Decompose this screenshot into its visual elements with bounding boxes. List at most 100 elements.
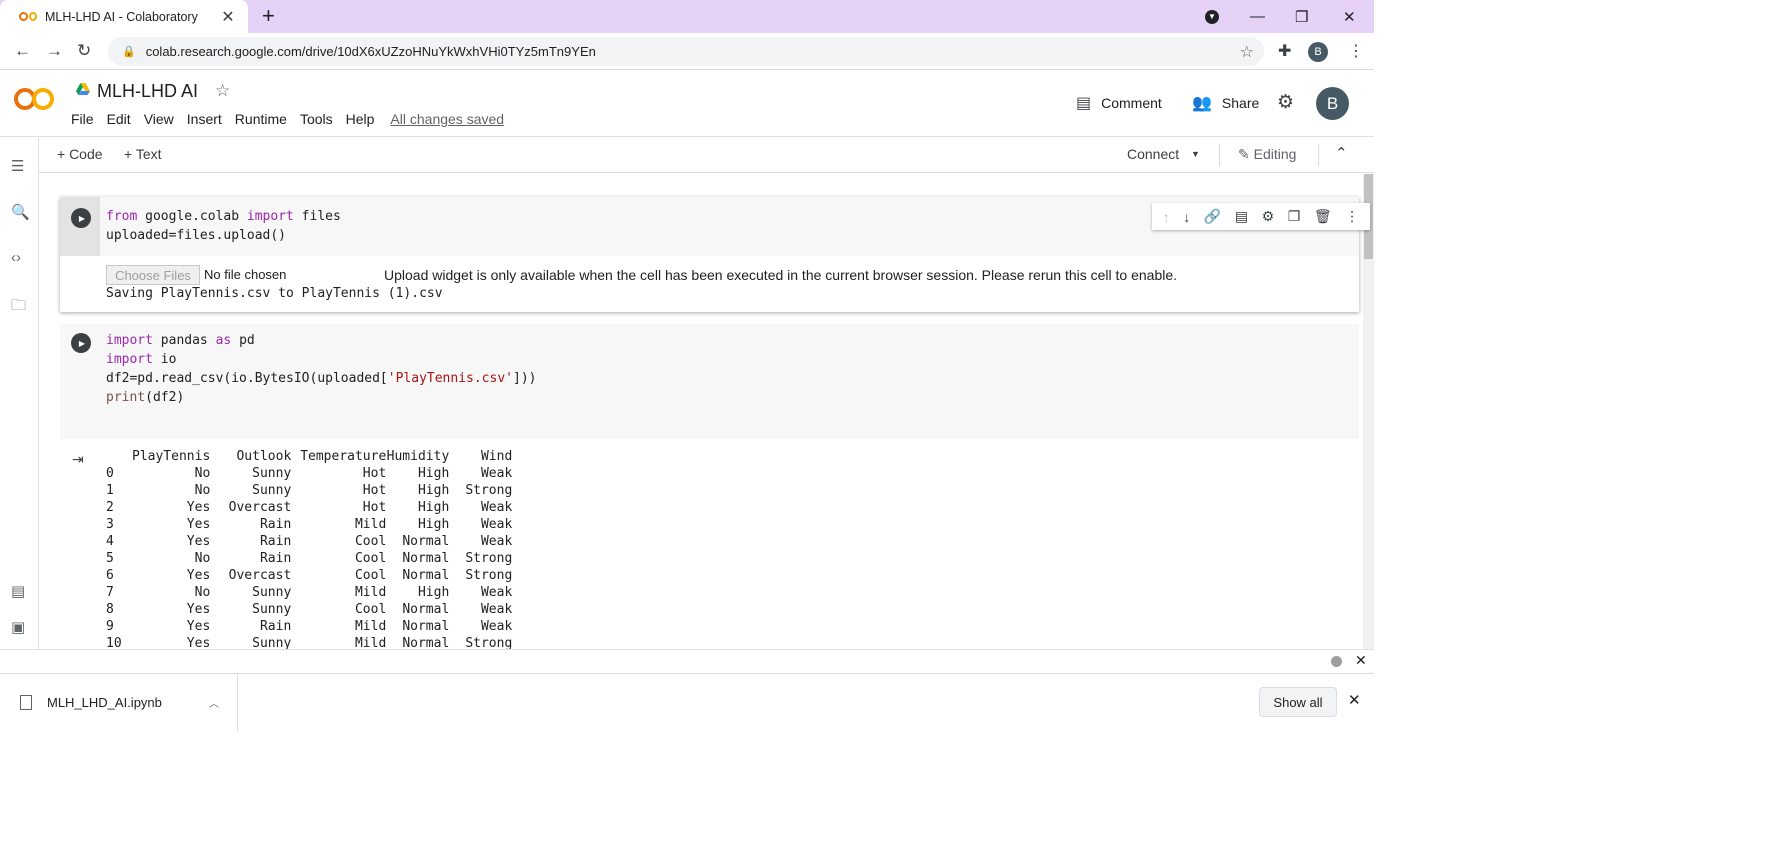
account-avatar[interactable]: B <box>1316 87 1349 120</box>
download-item[interactable]: MLH_LHD_AI.ipynb ︿ <box>0 674 238 731</box>
more-options-icon[interactable]: ⋮ <box>1345 208 1359 225</box>
search-icon[interactable]: 🔍 <box>11 203 30 221</box>
browser-tab[interactable]: MLH-LHD AI - Colaboratory ✕ <box>0 0 248 33</box>
chevron-up-icon[interactable]: ︿ <box>209 695 219 710</box>
code-token: df2=pd.read_csv(io.BytesIO(uploaded[ <box>106 371 388 386</box>
table-cell: Cool <box>354 568 387 583</box>
code-token: import <box>246 209 294 224</box>
row-index: 7 <box>106 585 114 600</box>
menu-help[interactable]: Help <box>346 111 375 127</box>
browser-menu-icon[interactable]: ⋮ <box>1348 41 1364 61</box>
link-icon[interactable]: 🔗 <box>1204 208 1221 225</box>
table-cell: Sunny <box>252 585 292 600</box>
move-up-icon[interactable]: ↑ <box>1163 209 1170 225</box>
address-bar[interactable]: 🔒 colab.research.google.com/drive/10dX6x… <box>108 37 1264 66</box>
title-bar: MLH-LHD AI - Colaboratory ✕ + ▼ — ❐ ✕ <box>0 0 1374 33</box>
lock-icon[interactable]: 🔒 <box>122 45 136 58</box>
table-cell: No <box>194 551 211 566</box>
status-strip: ✕ <box>0 649 1374 672</box>
menu-edit[interactable]: Edit <box>107 111 131 127</box>
connect-button[interactable]: Connect <box>1127 146 1179 162</box>
add-comment-icon[interactable]: ▤ <box>1235 208 1248 225</box>
close-icon[interactable]: ✕ <box>1355 652 1367 669</box>
menu-tools[interactable]: Tools <box>300 111 333 127</box>
back-button[interactable]: ← <box>14 41 31 61</box>
code-cell-2[interactable]: ▶ import pandas as pd import io df2=pd.r… <box>60 324 1359 439</box>
table-cell: Strong <box>465 568 513 583</box>
browser-profile-avatar[interactable]: B <box>1308 42 1328 62</box>
row-index: 1 <box>106 483 114 498</box>
menu-insert[interactable]: Insert <box>187 111 222 127</box>
table-cell: High <box>417 483 450 498</box>
saving-output-text: Saving PlayTennis.csv to PlayTennis (1).… <box>106 286 443 301</box>
reload-button[interactable]: ↻ <box>77 41 91 61</box>
show-all-button[interactable]: Show all <box>1259 687 1337 717</box>
minimize-button[interactable]: — <box>1250 0 1265 33</box>
code-source[interactable]: import pandas as pd import io df2=pd.rea… <box>106 331 536 407</box>
choose-files-button[interactable]: Choose Files <box>106 265 200 285</box>
output-actions-icon[interactable]: ⇥ <box>72 451 84 468</box>
colab-logo[interactable] <box>14 88 56 114</box>
cell-gutter: ▶ <box>60 197 100 256</box>
table-row: 2 Yes Overcast Hot High Weak <box>106 499 512 516</box>
table-cell: Normal <box>402 602 450 617</box>
add-text-button[interactable]: + Text <box>124 146 162 162</box>
code-token: 'PlayTennis.csv' <box>387 371 513 386</box>
editing-mode-button[interactable]: ✎ Editing <box>1238 146 1296 163</box>
notebook-title[interactable]: MLH-LHD AI <box>97 81 198 102</box>
code-source[interactable]: from google.colab import files uploaded=… <box>106 207 341 245</box>
cell-action-toolbar: ↑ ↓ 🔗 ▤ ⚙ ❐ 🗑 ⋮ <box>1152 203 1370 230</box>
share-button[interactable]: 👥 Share <box>1192 93 1259 113</box>
menu-file[interactable]: File <box>71 111 94 127</box>
code-cell-1[interactable]: ▶ from google.colab import files uploade… <box>60 197 1370 312</box>
files-folder-icon[interactable]: 🗀 <box>11 295 26 320</box>
move-down-icon[interactable]: ↓ <box>1183 209 1190 225</box>
close-window-button[interactable]: ✕ <box>1343 0 1356 33</box>
minimize-icon: — <box>1250 8 1265 25</box>
forward-button[interactable]: → <box>46 41 63 61</box>
code-editor[interactable]: ▶ from google.colab import files uploade… <box>60 197 1370 256</box>
cell-settings-icon[interactable]: ⚙ <box>1262 208 1275 225</box>
delete-icon[interactable]: 🗑 <box>1314 208 1332 225</box>
settings-gear-icon[interactable]: ⚙ <box>1277 91 1294 114</box>
table-row: 7 No Sunny Mild High Weak <box>106 584 512 601</box>
notebook-scrollbar[interactable] <box>1363 174 1374 649</box>
comment-button[interactable]: ▤ Comment <box>1076 93 1162 113</box>
table-cell: Yes <box>186 568 211 583</box>
bookmark-star-icon[interactable]: ☆ <box>1240 42 1254 62</box>
command-palette-icon[interactable]: ▤ <box>11 582 25 600</box>
save-status-link[interactable]: All changes saved <box>390 111 504 127</box>
table-of-contents-icon[interactable]: ☰ <box>11 157 24 175</box>
terminal-icon[interactable]: ▣ <box>11 618 25 636</box>
table-cell: High <box>417 585 450 600</box>
star-notebook-icon[interactable]: ☆ <box>215 81 230 101</box>
close-downloads-icon[interactable]: ✕ <box>1348 691 1361 709</box>
code-snippets-icon[interactable]: ‹› <box>11 249 21 266</box>
run-cell-button[interactable]: ▶ <box>71 333 91 353</box>
row-index: 5 <box>106 551 114 566</box>
collapse-header-icon[interactable]: ⌃ <box>1335 144 1348 162</box>
extensions-puzzle-icon[interactable]: ✚ <box>1278 41 1291 61</box>
column-header: Wind <box>480 449 513 464</box>
run-cell-button[interactable]: ▶ <box>71 208 91 228</box>
new-tab-button[interactable]: + <box>262 3 275 29</box>
editing-label: Editing <box>1253 146 1297 162</box>
table-cell: Yes <box>186 534 211 549</box>
table-cell: Normal <box>402 534 450 549</box>
dataframe-body: PlayTennis Outlook Temperature Humidity Wind… <box>106 448 512 649</box>
table-cell: Normal <box>402 619 450 634</box>
add-code-button[interactable]: + Code <box>57 146 103 162</box>
notebook-area: ▶ from google.colab import files uploade… <box>40 174 1374 649</box>
table-cell: Cool <box>354 602 387 617</box>
tab-search-button[interactable]: ▼ <box>1205 0 1219 33</box>
restore-button[interactable]: ❐ <box>1295 0 1308 33</box>
code-token: io <box>152 352 177 367</box>
connect-dropdown-icon[interactable]: ▼ <box>1191 149 1200 159</box>
tab-close-icon[interactable]: ✕ <box>218 7 238 27</box>
url-text[interactable]: colab.research.google.com/drive/10dX6xUZ… <box>146 44 1240 59</box>
mirror-cell-icon[interactable]: ❐ <box>1288 208 1301 225</box>
menu-runtime[interactable]: Runtime <box>235 111 287 127</box>
table-cell: Yes <box>186 619 211 634</box>
left-sidebar: ☰ 🔍 ‹› 🗀 ▤ ▣ <box>0 137 39 649</box>
menu-view[interactable]: View <box>144 111 174 127</box>
